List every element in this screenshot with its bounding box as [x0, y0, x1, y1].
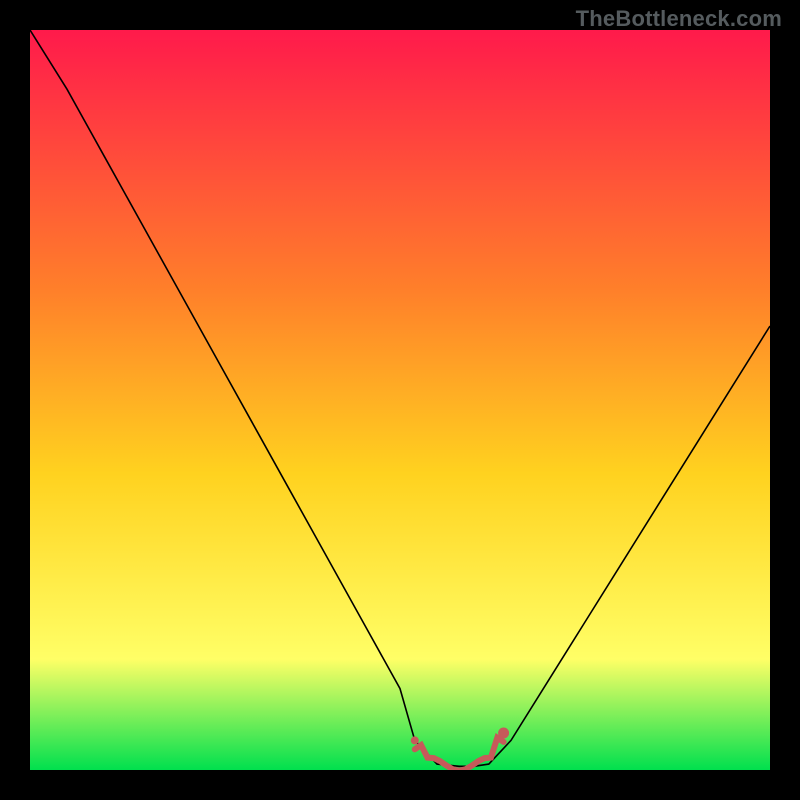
- bottleneck-chart: TheBottleneck.com: [0, 0, 800, 800]
- plot-area: [30, 30, 770, 770]
- highlight-endpoint-right: [498, 728, 509, 739]
- chart-svg: [30, 30, 770, 770]
- watermark-text: TheBottleneck.com: [576, 6, 782, 32]
- highlight-endpoint-left: [411, 736, 419, 744]
- gradient-background: [30, 30, 770, 770]
